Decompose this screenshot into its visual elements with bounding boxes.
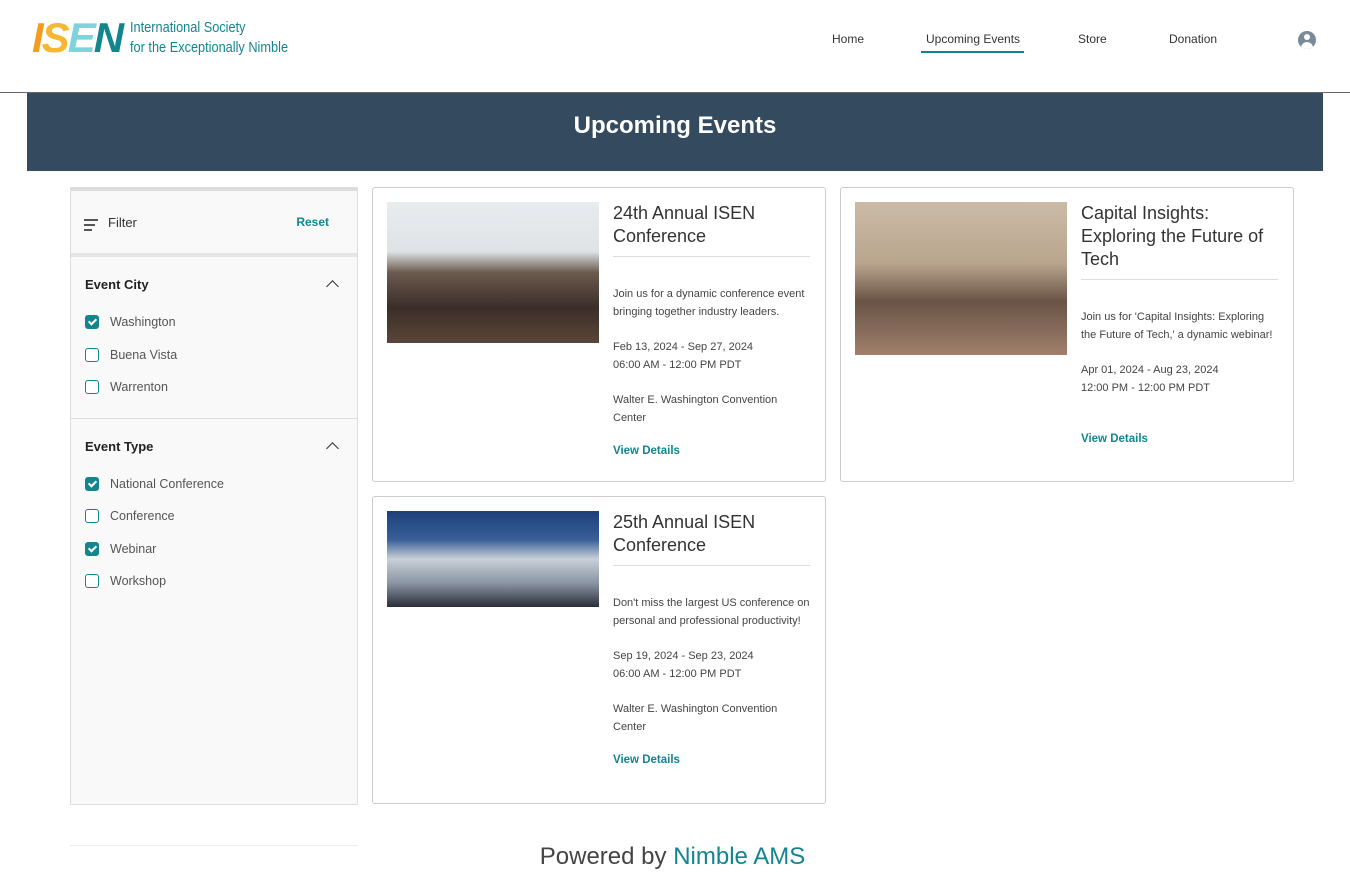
reset-button[interactable]: Reset — [296, 215, 329, 229]
checkbox-workshop[interactable]: Workshop — [85, 565, 343, 598]
checkbox-conference[interactable]: Conference — [85, 500, 343, 533]
nav-store[interactable]: Store — [1078, 32, 1107, 51]
event-description: Join us for a dynamic conference event b… — [613, 288, 805, 318]
nimble-ams-brand[interactable]: Nimble AMS — [673, 843, 805, 870]
view-details-link[interactable]: View Details — [1081, 433, 1278, 445]
checkbox-buena-vista[interactable]: Buena Vista — [85, 339, 343, 372]
user-avatar-icon[interactable] — [1298, 31, 1316, 49]
logo-line-1: International Society — [130, 19, 246, 36]
event-dates: Apr 01, 2024 - Aug 23, 2024 — [1081, 364, 1219, 376]
event-description: Join us for 'Capital Insights: Exploring… — [1081, 311, 1273, 341]
checkbox-icon[interactable] — [85, 541, 99, 556]
logo-mark: ISEN — [32, 14, 124, 61]
event-times: 06:00 AM - 12:00 PM PDT — [613, 358, 742, 371]
checkbox-icon[interactable] — [85, 380, 99, 395]
event-image[interactable] — [855, 202, 1067, 355]
event-card: Capital Insights: Exploring the Future o… — [840, 187, 1294, 482]
checkbox-washington[interactable]: Washington — [85, 306, 343, 339]
checkbox-warrenton[interactable]: Warrenton — [85, 371, 343, 404]
checkbox-national-conference[interactable]: National Conference — [85, 468, 343, 501]
logo-line-2: for the Exceptionally Nimble — [130, 39, 289, 56]
nav-upcoming-events[interactable]: Upcoming Events — [921, 32, 1025, 53]
event-description: Don't miss the largest US conference on … — [613, 597, 810, 627]
checkbox-icon[interactable] — [85, 476, 99, 491]
event-image[interactable] — [387, 511, 599, 607]
event-title: 25th Annual ISEN Conference — [613, 511, 810, 566]
powered-by: Powered by Nimble AMS — [539, 843, 806, 870]
event-type-section: Event Type National Conference Conferenc… — [71, 419, 357, 612]
checkbox-icon[interactable] — [85, 574, 99, 589]
isen-logo[interactable]: ISEN International Society for the Excep… — [32, 14, 316, 61]
checkbox-icon[interactable] — [85, 347, 99, 362]
filter-sidebar: Filter Reset Event City Washington Buena… — [70, 187, 358, 805]
event-title: 24th Annual ISEN Conference — [613, 202, 810, 257]
event-type-toggle[interactable]: Event Type — [85, 439, 343, 455]
filter-icon — [84, 219, 98, 234]
event-dates: Sep 19, 2024 - Sep 23, 2024 — [613, 650, 754, 662]
site-header: ISEN International Society for the Excep… — [0, 0, 1350, 93]
checkbox-icon[interactable] — [85, 509, 99, 524]
checkbox-webinar[interactable]: Webinar — [85, 533, 343, 566]
event-image[interactable] — [387, 202, 599, 343]
event-times: 12:00 PM - 12:00 PM PDT — [1081, 381, 1210, 394]
chevron-up-icon — [326, 280, 339, 293]
event-card: 24th Annual ISEN Conference Join us for … — [372, 187, 826, 482]
event-location: Walter E. Washington Convention Center — [613, 703, 778, 733]
nav-donation[interactable]: Donation — [1169, 32, 1217, 51]
checkbox-icon[interactable] — [85, 315, 99, 330]
nav-home[interactable]: Home — [832, 32, 864, 51]
filter-label: Filter — [108, 215, 137, 230]
page-title: Upcoming Events — [27, 93, 1323, 171]
event-city-toggle[interactable]: Event City — [85, 277, 343, 293]
event-location: Walter E. Washington Convention Center — [613, 394, 778, 424]
event-dates: Feb 13, 2024 - Sep 27, 2024 — [613, 341, 754, 353]
event-times: 06:00 AM - 12:00 PM PDT — [613, 667, 742, 680]
chevron-up-icon — [326, 441, 339, 455]
view-details-link[interactable]: View Details — [613, 445, 810, 457]
event-city-section: Event City Washington Buena Vista Warren… — [71, 257, 357, 419]
event-card: 25th Annual ISEN Conference Don't miss t… — [372, 496, 826, 804]
view-details-link[interactable]: View Details — [613, 754, 810, 766]
event-title: Capital Insights: Exploring the Future o… — [1081, 202, 1278, 280]
